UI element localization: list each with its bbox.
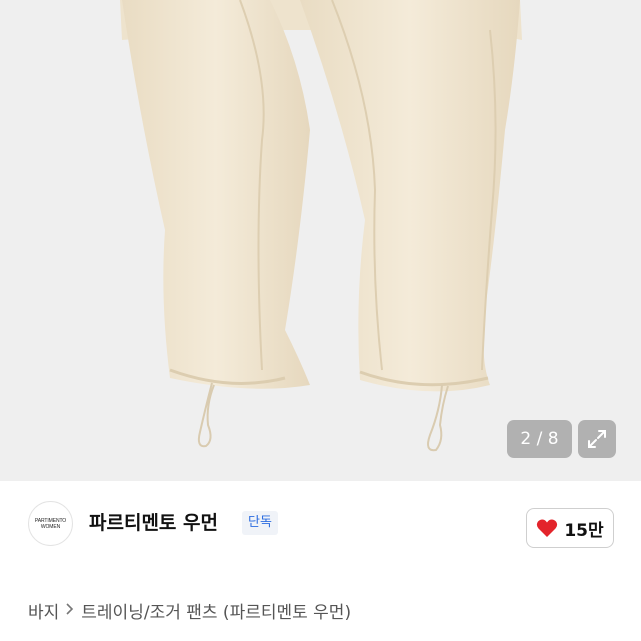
brand-logo[interactable]: PARTIMENTO WOMEN — [28, 501, 73, 546]
brand-name[interactable]: 파르티멘토 우먼 — [89, 510, 218, 536]
product-image-gallery[interactable]: 2 / 8 — [0, 0, 641, 481]
exclusive-badge: 단독 — [242, 511, 278, 535]
logo-text-line2: WOMEN — [40, 523, 61, 530]
like-count: 15만 — [564, 520, 604, 541]
like-button[interactable]: 15만 — [526, 508, 614, 548]
breadcrumb-category[interactable]: 트레이닝/조거 팬츠 (파르티멘토 우먼) — [81, 598, 351, 623]
breadcrumb: 바지 트레이닝/조거 팬츠 (파르티멘토 우먼) — [28, 598, 351, 623]
product-image — [120, 0, 522, 452]
expand-icon — [588, 430, 606, 448]
image-counter: 2 / 8 — [507, 420, 572, 458]
breadcrumb-root[interactable]: 바지 — [28, 598, 59, 623]
expand-button[interactable] — [578, 420, 616, 458]
chevron-right-icon — [65, 601, 75, 620]
heart-icon — [537, 519, 558, 537]
